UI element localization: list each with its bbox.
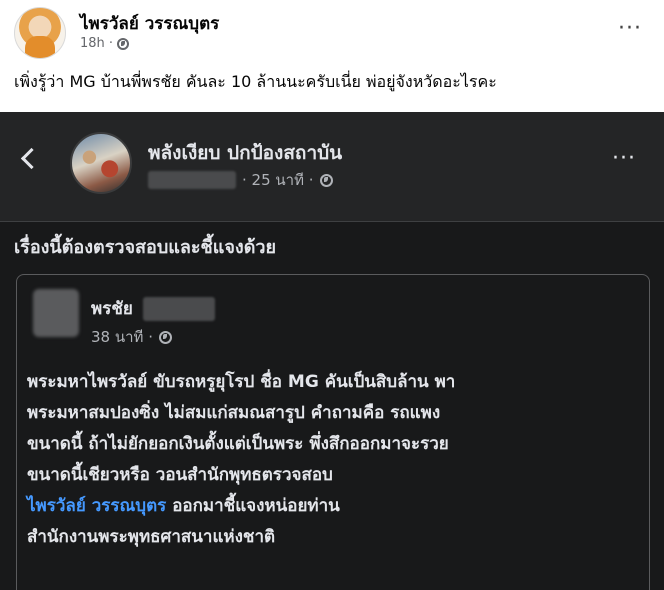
blurred-redaction [148, 171, 236, 189]
post-text: เพิ่งรู้ว่า MG บ้านพี่พรชัย คันละ 10 ล้า… [14, 72, 497, 91]
globe-icon [158, 330, 172, 344]
quoted-line: พระมหาไพรวัลย์ ขับรถหรูยุโรป ชื่อ MG คัน… [27, 372, 456, 392]
quoted-post[interactable]: พรชัย 38 นาที · พระมหาไพรวัลย์ ขับรถหรูย… [16, 274, 650, 590]
quoted-line-tail: ออกมาชี้แจงหน่อยท่าน [166, 496, 340, 516]
page-name[interactable]: พลังเงียบ ปกป้องสถาบัน [148, 138, 342, 168]
quoted-author: พรชัย [91, 295, 215, 322]
globe-icon [117, 37, 130, 50]
embedded-screenshot: พลังเงียบ ปกป้องสถาบัน · 25 นาที · ··· เ… [0, 112, 664, 590]
mention-link[interactable]: ไพรวัลย์ วรรณบุตร [27, 496, 166, 516]
post-time[interactable]: 18h · [80, 36, 113, 51]
quoted-line: ขนาดนี้ ถ้าไม่ยักยอกเงินตั้งแต่เป็นพระ พ… [27, 434, 449, 454]
page-time[interactable]: · 25 นาที · [242, 168, 314, 192]
page-avatar[interactable] [70, 132, 132, 194]
quoted-author-avatar[interactable] [33, 289, 79, 337]
author-name[interactable]: ไพรวัลย์ วรรณบุตร [80, 10, 219, 37]
back-arrow-icon[interactable] [18, 148, 40, 170]
quoted-line: ขนาดนี้เชียวหรือ วอนสำนักพุทธตรวจสอบ [27, 465, 333, 485]
more-options-button[interactable]: ··· [612, 146, 636, 171]
author-avatar[interactable] [14, 7, 66, 59]
shared-post-header: พลังเงียบ ปกป้องสถาบัน · 25 นาที · ··· [0, 112, 664, 222]
quoted-body: พระมหาไพรวัลย์ ขับรถหรูยุโรป ชื่อ MG คัน… [27, 367, 637, 553]
globe-icon [319, 173, 333, 187]
blurred-redaction [142, 296, 215, 321]
quoted-line: พระมหาสมปองซิ่ง ไม่สมแก่สมณสารูป คำถามคื… [27, 403, 441, 423]
quoted-time[interactable]: 38 นาที · [91, 325, 153, 349]
quoted-line: สำนักงานพระพุทธศาสนาแห่งชาติ [27, 527, 276, 547]
post-meta: 18h · [80, 36, 130, 51]
shared-post-text: เรื่องนี้ต้องตรวจสอบและชี้แจงด้วย [14, 237, 277, 258]
quoted-meta: 38 นาที · [91, 325, 172, 349]
more-options-button[interactable]: ··· [618, 16, 642, 41]
quoted-line-mention: ไพรวัลย์ วรรณบุตร ออกมาชี้แจงหน่อยท่าน [27, 491, 637, 522]
post-header: ไพรวัลย์ วรรณบุตร 18h · ··· [0, 0, 664, 64]
page-meta: · 25 นาที · [148, 168, 333, 192]
quoted-author-name[interactable]: พรชัย [91, 295, 133, 322]
